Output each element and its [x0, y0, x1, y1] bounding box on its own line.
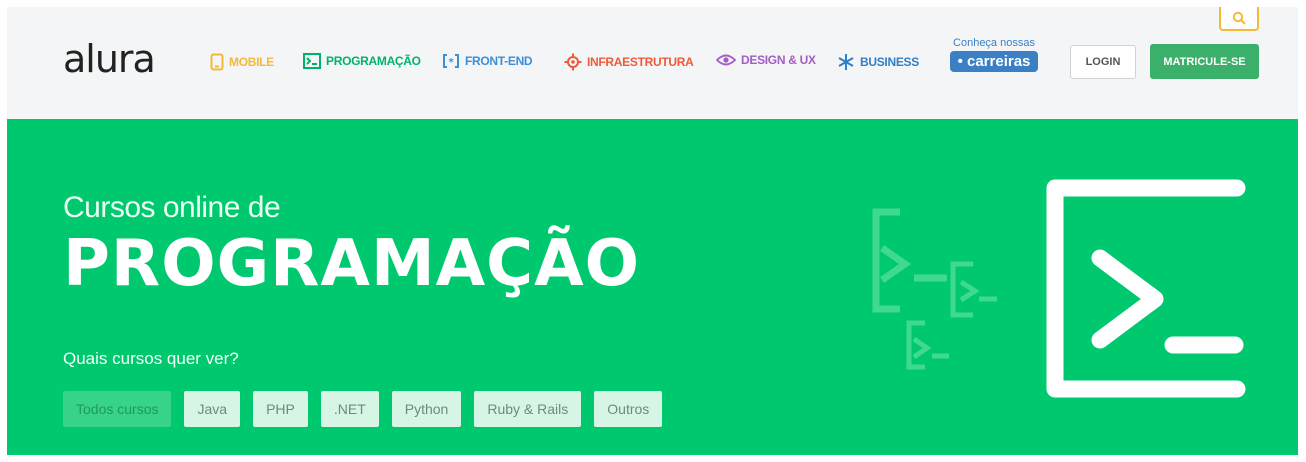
nav-item-front-end[interactable]: * FRONT-END: [442, 53, 533, 69]
signup-button[interactable]: MATRICULE-SE: [1150, 44, 1259, 79]
top-header: alura MOBILE PROGRAMAÇÃO * FRONT-END INF…: [7, 7, 1298, 119]
svg-text:*: *: [449, 57, 455, 68]
filter-python[interactable]: Python: [391, 391, 462, 427]
nav-item-business[interactable]: BUSINESS: [837, 53, 919, 71]
carreiras-caption: Conheça nossas: [953, 37, 1035, 49]
snowflake-icon: [838, 54, 854, 70]
nav-label: BUSINESS: [860, 55, 919, 69]
terminal-icon: [303, 53, 321, 69]
course-filters: Todos cursos Java PHP .NET Python Ruby &…: [63, 391, 663, 427]
filter-ruby-rails[interactable]: Ruby & Rails: [474, 391, 582, 427]
nav-label: MOBILE: [229, 55, 274, 69]
terminal-icon: [906, 320, 949, 370]
gear-icon: [564, 53, 582, 71]
nav-item-infraestrutura[interactable]: INFRAESTRUTURA: [564, 53, 694, 71]
filter-question: Quais cursos quer ver?: [63, 349, 239, 368]
filter-all-courses[interactable]: Todos cursos: [63, 391, 172, 427]
nav-label: FRONT-END: [465, 54, 533, 68]
nav-label: PROGRAMAÇÃO: [326, 54, 421, 68]
mobile-icon: [210, 53, 224, 71]
eye-icon: [716, 54, 736, 66]
nav-item-programacao[interactable]: PROGRAMAÇÃO: [303, 53, 421, 69]
frontend-icon: *: [443, 54, 459, 68]
search-icon: [1232, 11, 1246, 25]
nav-label: INFRAESTRUTURA: [587, 55, 694, 69]
filter-php[interactable]: PHP: [253, 391, 308, 427]
carreiras-link[interactable]: Conheça nossas • carreiras: [944, 37, 1044, 72]
filter-outros[interactable]: Outros: [594, 391, 663, 427]
nav-item-design-ux[interactable]: DESIGN & UX: [716, 53, 816, 67]
terminal-icon: [1046, 179, 1246, 398]
login-button[interactable]: LOGIN: [1070, 45, 1136, 79]
filter-dotnet[interactable]: .NET: [320, 391, 379, 427]
carreiras-label: carreiras: [967, 53, 1031, 70]
carreiras-badge: • carreiras: [949, 51, 1039, 72]
hero-subtitle: Cursos online de: [63, 191, 281, 224]
terminal-icon: [950, 261, 997, 318]
filter-java[interactable]: Java: [184, 391, 241, 427]
nav-label: DESIGN & UX: [741, 53, 816, 67]
nav-item-mobile[interactable]: MOBILE: [210, 53, 274, 71]
hero-title: PROGRAMAÇÃO: [63, 227, 641, 301]
hero-banner: Cursos online de PROGRAMAÇÃO Quais curso…: [7, 119, 1298, 455]
alura-logo[interactable]: alura: [63, 40, 156, 78]
search-button[interactable]: [1219, 7, 1259, 31]
terminal-icon: [872, 208, 947, 313]
